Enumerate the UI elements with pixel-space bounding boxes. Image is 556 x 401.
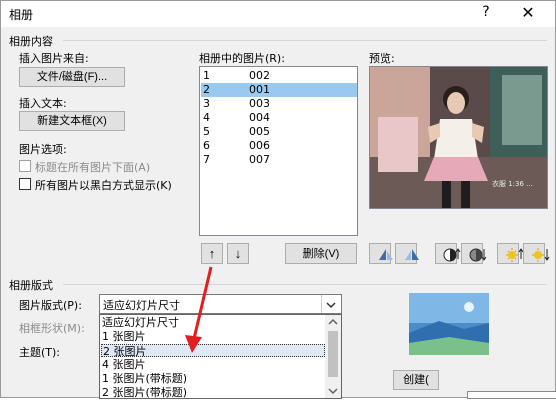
new-textbox-button[interactable]: 新建文本框(X) xyxy=(19,111,125,131)
black-white-label: 所有图片以黑白方式显示(K) xyxy=(35,179,172,192)
theme-label: 主题(T): xyxy=(19,346,61,359)
group-divider xyxy=(63,284,547,285)
picture-list-number: 4 xyxy=(203,111,210,124)
preview-image: 衣服 1:36 ... xyxy=(369,66,548,209)
picture-list-name: 004 xyxy=(249,111,270,124)
pictures-listbox[interactable]: 1 002 2 001 3 003 4 004 5 005 6 006 7 007 xyxy=(199,66,358,236)
picture-list-number: 3 xyxy=(203,97,210,110)
chevron-down-icon[interactable] xyxy=(321,295,340,313)
picture-options-label: 图片选项: xyxy=(19,143,67,156)
picture-list-number: 2 xyxy=(203,83,210,96)
picture-list-name: 002 xyxy=(249,69,270,82)
frame-shape-label: 相框形状(M): xyxy=(19,322,85,335)
theme-thumbnail xyxy=(409,293,489,355)
rotate-left-icon[interactable] xyxy=(369,243,393,264)
picture-list-number: 6 xyxy=(203,139,210,152)
dropdown-option[interactable]: 4 张图片 xyxy=(101,358,325,371)
picture-layout-label: 图片版式(P): xyxy=(19,299,82,312)
dropdown-option[interactable]: 2 张图片(带标题) xyxy=(101,386,325,399)
album-content-group-label: 相册内容 xyxy=(9,35,53,48)
insert-text-label: 插入文本: xyxy=(19,97,67,110)
help-icon[interactable]: ? xyxy=(477,4,495,20)
file-disk-button[interactable]: 文件/磁盘(F)... xyxy=(19,67,125,87)
contrast-up-icon[interactable] xyxy=(435,243,461,264)
delete-button[interactable]: 删除(V) xyxy=(285,243,357,264)
photo-album-dialog: 相册 ? ✕ 相册内容 插入图片来自: 文件/磁盘(F)... 插入文本: 新建… xyxy=(0,0,556,399)
picture-list-name: 001 xyxy=(249,83,270,96)
move-up-button[interactable]: ↑ xyxy=(201,243,223,264)
picture-list-item[interactable]: 7 007 xyxy=(201,153,357,167)
picture-list-name: 003 xyxy=(249,97,270,110)
close-icon[interactable]: ✕ xyxy=(517,3,539,22)
picture-list-number: 1 xyxy=(203,69,210,82)
caption-below-label: 标题在所有图片下面(A) xyxy=(35,161,151,174)
picture-list-item[interactable]: 6 006 xyxy=(201,139,357,153)
insert-from-label: 插入图片来自: xyxy=(19,52,89,65)
window-title: 相册 xyxy=(9,8,34,22)
create-button[interactable]: 创建( xyxy=(393,370,439,390)
picture-list-name: 006 xyxy=(249,139,270,152)
preview-watermark: 衣服 1:36 ... xyxy=(492,180,533,188)
picture-list-name: 005 xyxy=(249,125,270,138)
picture-list-item[interactable]: 4 004 xyxy=(201,111,357,125)
brightness-up-icon[interactable] xyxy=(497,243,524,264)
pictures-in-album-label: 相册中的图片(R): xyxy=(199,52,285,65)
picture-list-name: 007 xyxy=(249,153,270,166)
picture-list-item[interactable]: 5 005 xyxy=(201,125,357,139)
group-divider xyxy=(63,40,547,41)
rotate-right-icon[interactable] xyxy=(395,243,419,264)
title-bar: 相册 ? ✕ xyxy=(1,1,555,27)
dropdown-option[interactable]: 1 张图片(带标题) xyxy=(101,372,325,385)
picture-list-number: 7 xyxy=(203,153,210,166)
picture-list-item[interactable]: 3 003 xyxy=(201,97,357,111)
black-white-checkbox[interactable] xyxy=(19,178,31,190)
contrast-down-icon[interactable] xyxy=(461,243,487,264)
dropdown-scrollbar[interactable] xyxy=(325,315,341,398)
red-annotation-arrow xyxy=(185,266,213,353)
album-layout-group-label: 相册版式 xyxy=(9,279,53,292)
preview-label: 预览: xyxy=(369,52,395,65)
picture-list-item[interactable]: 2 001 xyxy=(201,83,357,97)
picture-list-number: 5 xyxy=(203,125,210,138)
move-down-button[interactable]: ↓ xyxy=(227,243,249,264)
brightness-down-icon[interactable] xyxy=(523,243,550,264)
picture-list-item[interactable]: 1 002 xyxy=(201,69,357,83)
picture-layout-value: 适应幻灯片尺寸 xyxy=(103,299,180,312)
caption-below-checkbox[interactable] xyxy=(19,160,31,172)
